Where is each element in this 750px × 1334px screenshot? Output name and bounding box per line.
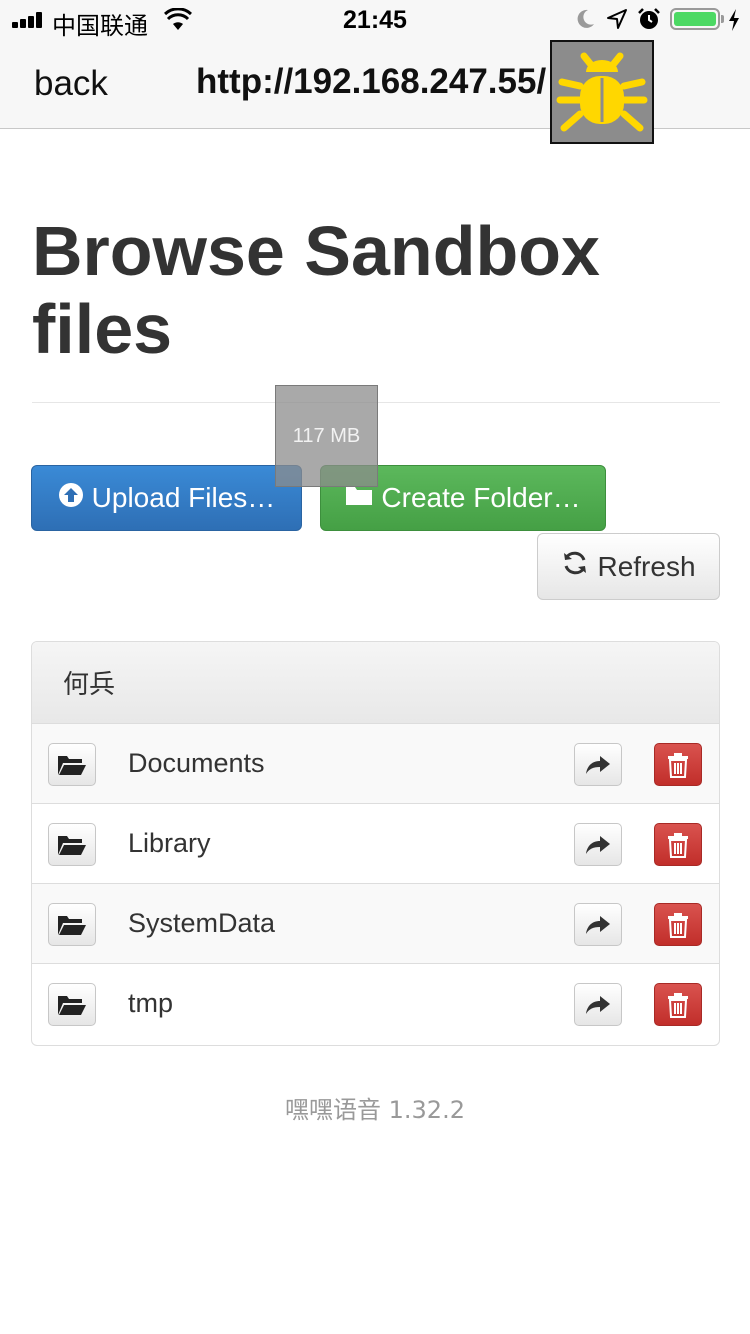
folder-open-icon bbox=[58, 915, 86, 935]
trash-icon bbox=[668, 832, 688, 858]
share-arrow-icon bbox=[586, 995, 610, 1014]
battery-fill bbox=[674, 12, 716, 26]
share-arrow-icon bbox=[586, 755, 610, 774]
back-button[interactable]: back bbox=[34, 64, 108, 104]
file-row-systemdata: SystemData bbox=[32, 884, 719, 964]
share-arrow-icon bbox=[586, 915, 610, 934]
page: 中国联通 21:45 back http://192.168.247.55/ B… bbox=[0, 0, 750, 1334]
file-name: tmp bbox=[128, 988, 174, 1018]
delete-button[interactable] bbox=[654, 903, 702, 946]
upload-files-label: Upload Files… bbox=[91, 482, 276, 513]
delete-button[interactable] bbox=[654, 983, 702, 1026]
bug-icon bbox=[556, 52, 648, 132]
move-button[interactable] bbox=[574, 823, 622, 866]
folder-open-icon bbox=[58, 755, 86, 775]
open-folder-button[interactable] bbox=[48, 903, 96, 946]
app-version: 嘿嘿语音 1.32.2 bbox=[285, 1096, 465, 1124]
move-button[interactable] bbox=[574, 983, 622, 1026]
upload-files-button[interactable]: Upload Files… bbox=[31, 465, 302, 531]
share-arrow-icon bbox=[586, 835, 610, 854]
charging-bolt-icon bbox=[729, 9, 739, 31]
trash-icon bbox=[668, 992, 688, 1018]
file-list: Documents Library SystemData tmp bbox=[32, 724, 719, 1044]
file-row-tmp: tmp bbox=[32, 964, 719, 1044]
circle-arrow-up-icon bbox=[58, 482, 84, 515]
trash-icon bbox=[668, 912, 688, 938]
file-name: SystemData bbox=[128, 908, 276, 938]
open-folder-button[interactable] bbox=[48, 823, 96, 866]
status-bar: 中国联通 21:45 bbox=[0, 0, 750, 40]
debug-bug-button[interactable] bbox=[550, 40, 654, 144]
folder-open-icon bbox=[58, 995, 86, 1015]
file-row-documents: Documents bbox=[32, 724, 719, 804]
delete-button[interactable] bbox=[654, 823, 702, 866]
file-name: Documents bbox=[128, 748, 265, 778]
battery-icon bbox=[670, 8, 724, 30]
page-title: Browse Sandbox files bbox=[32, 212, 600, 368]
refresh-icon bbox=[561, 549, 589, 584]
delete-button[interactable] bbox=[654, 743, 702, 786]
file-name: Library bbox=[128, 828, 211, 858]
open-folder-button[interactable] bbox=[48, 743, 96, 786]
alarm-clock-icon bbox=[638, 8, 660, 29]
refresh-button[interactable]: Refresh bbox=[537, 533, 720, 600]
file-list-panel: 何兵 Documents Library SystemData tmp bbox=[31, 641, 720, 1046]
location-arrow-icon bbox=[607, 9, 627, 29]
create-folder-label: Create Folder… bbox=[381, 482, 581, 513]
moon-icon bbox=[577, 9, 594, 28]
panel-heading: 何兵 bbox=[32, 642, 719, 724]
file-row-library: Library bbox=[32, 804, 719, 884]
size-badge: 117 MB bbox=[275, 385, 378, 487]
move-button[interactable] bbox=[574, 903, 622, 946]
move-button[interactable] bbox=[574, 743, 622, 786]
folder-open-icon bbox=[58, 835, 86, 855]
open-folder-button[interactable] bbox=[48, 983, 96, 1026]
trash-icon bbox=[668, 752, 688, 778]
refresh-label: Refresh bbox=[597, 550, 696, 582]
nav-url-title: http://192.168.247.55/ bbox=[196, 62, 547, 101]
